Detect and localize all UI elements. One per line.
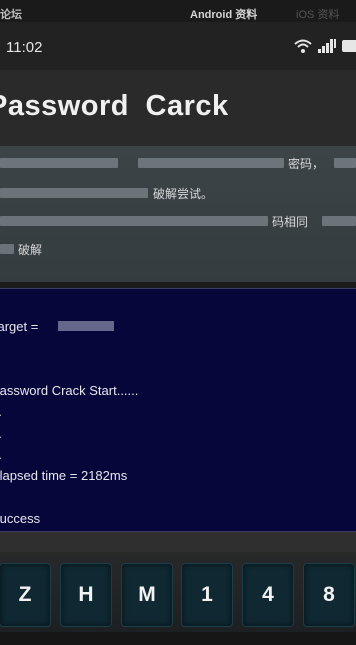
console-elapsed: Elapsed time = 2182ms — [0, 468, 128, 483]
redacted-text — [0, 244, 14, 254]
signal-icon — [318, 39, 336, 53]
app-header: Password Carck — [0, 70, 356, 146]
key-4[interactable]: 4 — [242, 563, 294, 627]
redacted-text — [138, 158, 284, 168]
console-dots: ... — [0, 404, 2, 419]
ios-link[interactable]: iOS 资料 — [296, 6, 339, 22]
notice-line-4: 破解 — [18, 243, 43, 257]
redacted-target — [58, 321, 114, 331]
notice-line-1: 密码， — [288, 157, 325, 171]
redacted-text — [334, 158, 356, 168]
key-1[interactable]: 1 — [181, 563, 233, 627]
console-dots: ... — [0, 447, 2, 462]
forum-link[interactable]: 论坛 — [0, 6, 22, 22]
redacted-text — [0, 188, 148, 198]
app-title: Password Carck — [0, 90, 229, 122]
console-target: Target = — [0, 319, 39, 334]
console-output: Target = Password Crack Start...... ... … — [0, 288, 356, 532]
keypad-bottom-bar — [0, 632, 356, 645]
redacted-text — [322, 216, 356, 226]
notice-line-3: 码相同 — [272, 215, 309, 229]
battery-icon — [342, 40, 356, 52]
status-bar: 11:02 — [0, 22, 356, 70]
redacted-text — [0, 216, 268, 226]
notice-line-2: 破解尝试。 — [153, 187, 214, 201]
console-dots: ... — [0, 426, 2, 441]
clock: 11:02 — [6, 39, 43, 56]
android-link[interactable]: Android 资料 — [190, 6, 257, 22]
keypad-top-bar — [0, 532, 356, 552]
page-header-strip: 论坛 Android 资料 iOS 资料 — [0, 0, 356, 22]
key-z[interactable]: Z — [0, 563, 51, 627]
console-result: Success — [0, 511, 41, 526]
redacted-text — [0, 158, 118, 168]
wifi-icon — [294, 39, 312, 53]
console-start: Password Crack Start...... — [0, 383, 139, 398]
key-8[interactable]: 8 — [303, 563, 355, 627]
key-m[interactable]: M — [121, 563, 173, 627]
keypad: Z H M 1 4 8 — [0, 532, 356, 645]
notice-panel: 密码， 破解尝试。 码相同 破解 — [0, 146, 356, 282]
key-h[interactable]: H — [60, 563, 112, 627]
